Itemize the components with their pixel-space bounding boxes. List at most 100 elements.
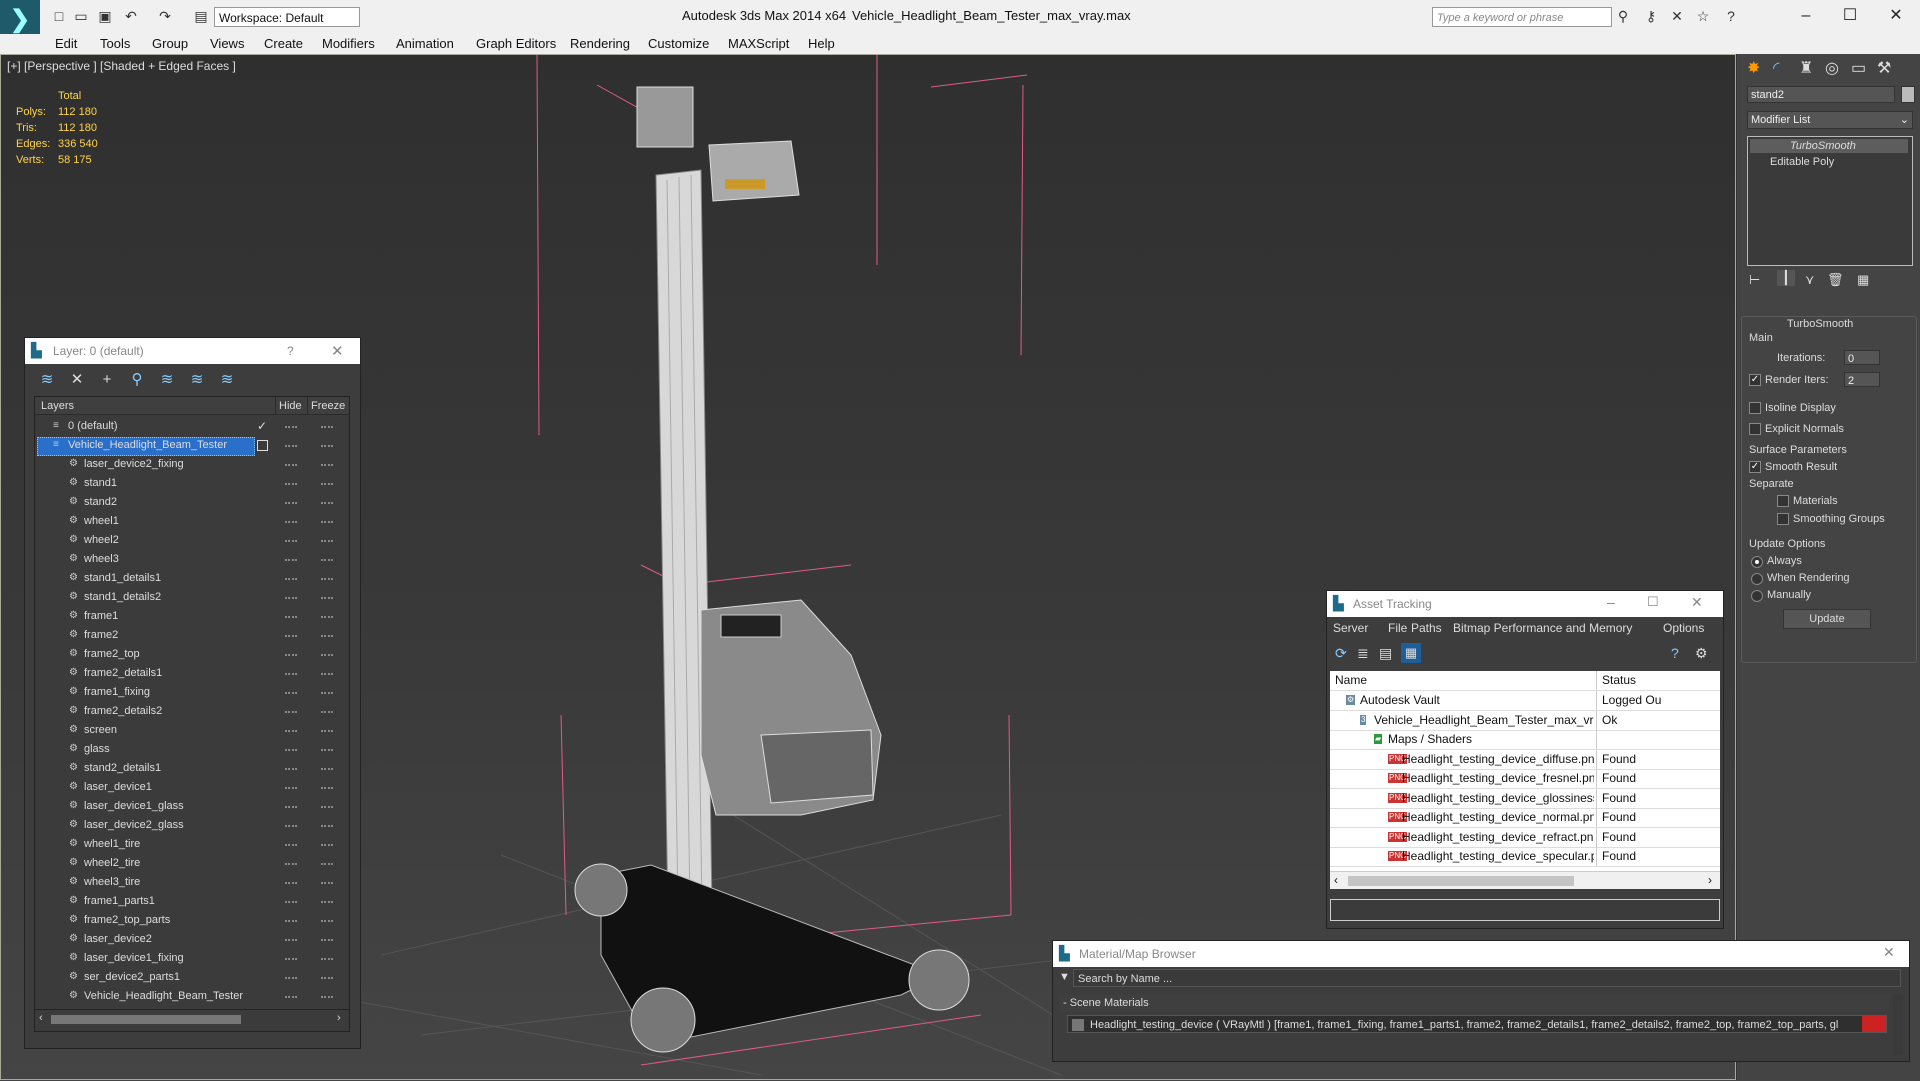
select-in-layer-icon[interactable]: ⚲ <box>127 370 147 390</box>
communication-icon[interactable]: ✕ <box>1668 7 1686 25</box>
layer-help-button[interactable]: ? <box>287 344 294 358</box>
asset-tracking-titlebar[interactable]: ▙ Asset Tracking – ☐ ✕ <box>1327 591 1723 617</box>
hide-toggle[interactable] <box>285 996 297 999</box>
asset-row[interactable]: ⚙ Autodesk Vault Logged Ou <box>1330 691 1720 711</box>
layer-row[interactable]: ⚙ laser_device2_glass <box>35 816 349 835</box>
always-radio[interactable] <box>1751 556 1763 568</box>
undo-icon[interactable]: ↶ <box>122 7 140 25</box>
freeze-toggle[interactable] <box>321 901 333 904</box>
hide-column-header[interactable]: Hide <box>275 397 307 415</box>
hide-toggle[interactable] <box>285 730 297 733</box>
layer-row[interactable]: ⚙ Vehicle_Headlight_Beam_Tester <box>35 987 349 1006</box>
asset-row[interactable]: PNG Headlight_testing_device_specular.png… <box>1330 847 1720 867</box>
minimize-button[interactable]: – <box>1786 4 1826 28</box>
maximize-button[interactable]: ☐ <box>1830 4 1870 28</box>
hide-toggle[interactable] <box>285 806 297 809</box>
hierarchy-tab-icon[interactable]: ♜ <box>1799 58 1813 78</box>
layer-row[interactable]: ⚙ wheel1 <box>35 512 349 531</box>
freeze-toggle[interactable] <box>321 559 333 562</box>
iterations-spinner[interactable]: 0 <box>1844 350 1880 365</box>
asset-col-status[interactable]: Status <box>1602 671 1636 690</box>
asset-row[interactable]: ▰ Maps / Shaders <box>1330 730 1720 750</box>
freeze-toggle[interactable] <box>321 540 333 543</box>
hide-toggle[interactable] <box>285 958 297 961</box>
freeze-toggle[interactable] <box>321 654 333 657</box>
object-color-swatch[interactable] <box>1901 86 1915 103</box>
hide-toggle[interactable] <box>285 920 297 923</box>
layer-row[interactable]: ⚙ frame1 <box>35 607 349 626</box>
asset-scroll-left-icon[interactable]: ‹ <box>1334 873 1338 887</box>
asset-col-name[interactable]: Name <box>1335 671 1367 690</box>
hide-toggle[interactable] <box>285 464 297 467</box>
set-active-layer-box[interactable] <box>257 440 268 451</box>
smoothing-groups-checkbox[interactable] <box>1777 513 1789 525</box>
hide-all-layers-icon[interactable]: ≋ <box>187 370 207 390</box>
hide-toggle[interactable] <box>285 863 297 866</box>
hide-toggle[interactable] <box>285 939 297 942</box>
hide-toggle[interactable] <box>285 692 297 695</box>
freeze-toggle[interactable] <box>321 426 333 429</box>
material-browser-scrollbar[interactable] <box>1893 995 1903 1055</box>
freeze-toggle[interactable] <box>321 920 333 923</box>
freeze-toggle[interactable] <box>321 939 333 942</box>
asset-scroll-right-icon[interactable]: › <box>1708 873 1712 887</box>
freeze-toggle[interactable] <box>321 445 333 448</box>
remove-modifier-icon[interactable]: 🗑 <box>1827 272 1844 288</box>
isoline-checkbox[interactable] <box>1749 402 1761 414</box>
hide-toggle[interactable] <box>285 825 297 828</box>
hide-toggle[interactable] <box>285 521 297 524</box>
layers-column-header[interactable]: Layers <box>35 397 275 415</box>
binoculars-icon[interactable]: ⚲ <box>1614 7 1632 25</box>
open-file-icon[interactable]: ▭ <box>72 7 90 25</box>
rollout-title[interactable]: TurboSmooth <box>1787 318 1853 330</box>
freeze-all-layers-icon[interactable]: ≋ <box>217 370 237 390</box>
freeze-toggle[interactable] <box>321 673 333 676</box>
hide-toggle[interactable] <box>285 597 297 600</box>
hide-toggle[interactable] <box>285 768 297 771</box>
material-search-input[interactable]: Search by Name ... <box>1073 969 1901 987</box>
layer-row[interactable]: ⚙ screen <box>35 721 349 740</box>
freeze-toggle[interactable] <box>321 730 333 733</box>
add-to-layer-icon[interactable]: + <box>97 370 117 390</box>
layer-list[interactable]: Layers Hide Freeze ≡ 0 (default) ✓ ≡ Vehicle… <box>34 396 350 1032</box>
layer-row[interactable]: ⚙ frame1_fixing <box>35 683 349 702</box>
hide-toggle[interactable] <box>285 787 297 790</box>
help-icon[interactable]: ? <box>1722 7 1740 25</box>
hide-toggle[interactable] <box>285 559 297 562</box>
render-iters-spinner[interactable]: 2 <box>1844 372 1880 387</box>
freeze-toggle[interactable] <box>321 483 333 486</box>
layer-row[interactable]: ≡ Vehicle_Headlight_Beam_Tester <box>35 436 349 456</box>
material-browser-titlebar[interactable]: ▙ Material/Map Browser ✕ <box>1053 941 1909 967</box>
layer-close-button[interactable]: ✕ <box>331 342 344 360</box>
delete-layer-icon[interactable]: ✕ <box>67 370 87 390</box>
layer-row[interactable]: ⚙ stand1 <box>35 474 349 493</box>
hide-toggle[interactable] <box>285 711 297 714</box>
menu-modifiers[interactable]: Modifiers <box>322 36 375 51</box>
freeze-toggle[interactable] <box>321 502 333 505</box>
asset-close-button[interactable]: ✕ <box>1691 594 1703 611</box>
layer-row[interactable]: ⚙ frame2_top <box>35 645 349 664</box>
new-file-icon[interactable]: □ <box>50 7 68 25</box>
hide-toggle[interactable] <box>285 749 297 752</box>
layer-row[interactable]: ⚙ frame2_details1 <box>35 664 349 683</box>
layer-row[interactable]: ⚙ wheel3 <box>35 550 349 569</box>
highlight-layer-icon[interactable]: ≋ <box>157 370 177 390</box>
asset-row[interactable]: PNG Headlight_testing_device_diffuse.png F… <box>1330 749 1720 770</box>
menu-animation[interactable]: Animation <box>396 36 454 51</box>
configure-sets-icon[interactable]: ▦ <box>1857 272 1869 288</box>
asset-maximize-button[interactable]: ☐ <box>1647 594 1659 610</box>
hide-toggle[interactable] <box>285 635 297 638</box>
hide-toggle[interactable] <box>285 578 297 581</box>
layer-row[interactable]: ⚙ stand2 <box>35 493 349 512</box>
modify-tab-icon[interactable]: ◜ <box>1773 58 1779 78</box>
utilities-tab-icon[interactable]: ⚒ <box>1877 58 1891 78</box>
active-layer-check-icon[interactable]: ✓ <box>257 417 267 436</box>
material-entry[interactable]: Headlight_testing_device ( VRayMtl ) [fr… <box>1067 1015 1887 1033</box>
hide-toggle[interactable] <box>285 844 297 847</box>
freeze-toggle[interactable] <box>321 692 333 695</box>
layer-row[interactable]: ⚙ stand2_details1 <box>35 759 349 778</box>
hide-toggle[interactable] <box>285 654 297 657</box>
favorites-star-icon[interactable]: ☆ <box>1694 7 1712 25</box>
pin-stack-icon[interactable]: ⊢ <box>1749 272 1760 288</box>
layer-row[interactable]: ⚙ frame2 <box>35 626 349 645</box>
